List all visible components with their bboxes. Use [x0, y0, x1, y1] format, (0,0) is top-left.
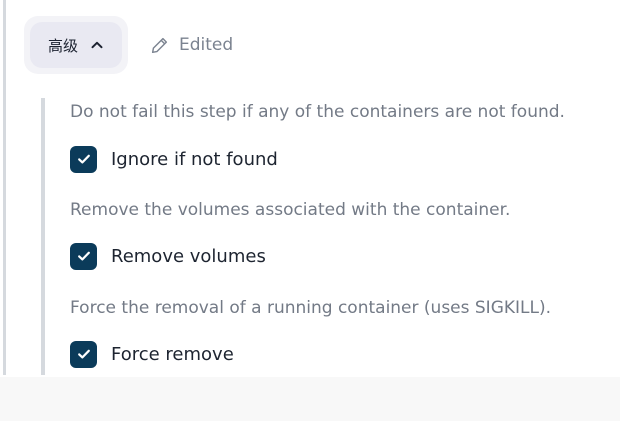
remove-volumes-label: Remove volumes: [111, 245, 266, 267]
option-description-ignore-if-not-found: Do not fail this step if any of the cont…: [70, 102, 565, 122]
ignore-if-not-found-checkbox[interactable]: [70, 145, 97, 173]
option-ignore-if-not-found[interactable]: Ignore if not found: [70, 145, 278, 173]
force-remove-checkbox[interactable]: [70, 340, 97, 368]
panel-left-border: [3, 0, 6, 375]
advanced-toggle-container: 高级: [24, 16, 128, 74]
advanced-toggle-label: 高级: [47, 36, 78, 55]
edited-indicator: Edited: [150, 32, 233, 58]
check-icon: [77, 349, 90, 359]
edited-label: Edited: [179, 35, 234, 55]
force-remove-label: Force remove: [111, 343, 234, 365]
remove-volumes-checkbox[interactable]: [70, 242, 97, 270]
ignore-if-not-found-label: Ignore if not found: [111, 148, 278, 170]
advanced-toggle-button[interactable]: 高级: [30, 22, 122, 68]
option-force-remove[interactable]: Force remove: [70, 340, 234, 368]
check-icon: [77, 251, 90, 261]
option-description-remove-volumes: Remove the volumes associated with the c…: [70, 200, 511, 220]
advanced-options-panel: 高级 Edited Do not fail this step if any o…: [0, 0, 620, 377]
chevron-up-icon: [91, 41, 103, 49]
pencil-icon: [151, 37, 168, 53]
option-description-force-remove: Force the removal of a running container…: [70, 298, 552, 318]
options-group-line: [41, 98, 45, 375]
option-remove-volumes[interactable]: Remove volumes: [70, 242, 266, 270]
check-icon: [77, 154, 90, 164]
